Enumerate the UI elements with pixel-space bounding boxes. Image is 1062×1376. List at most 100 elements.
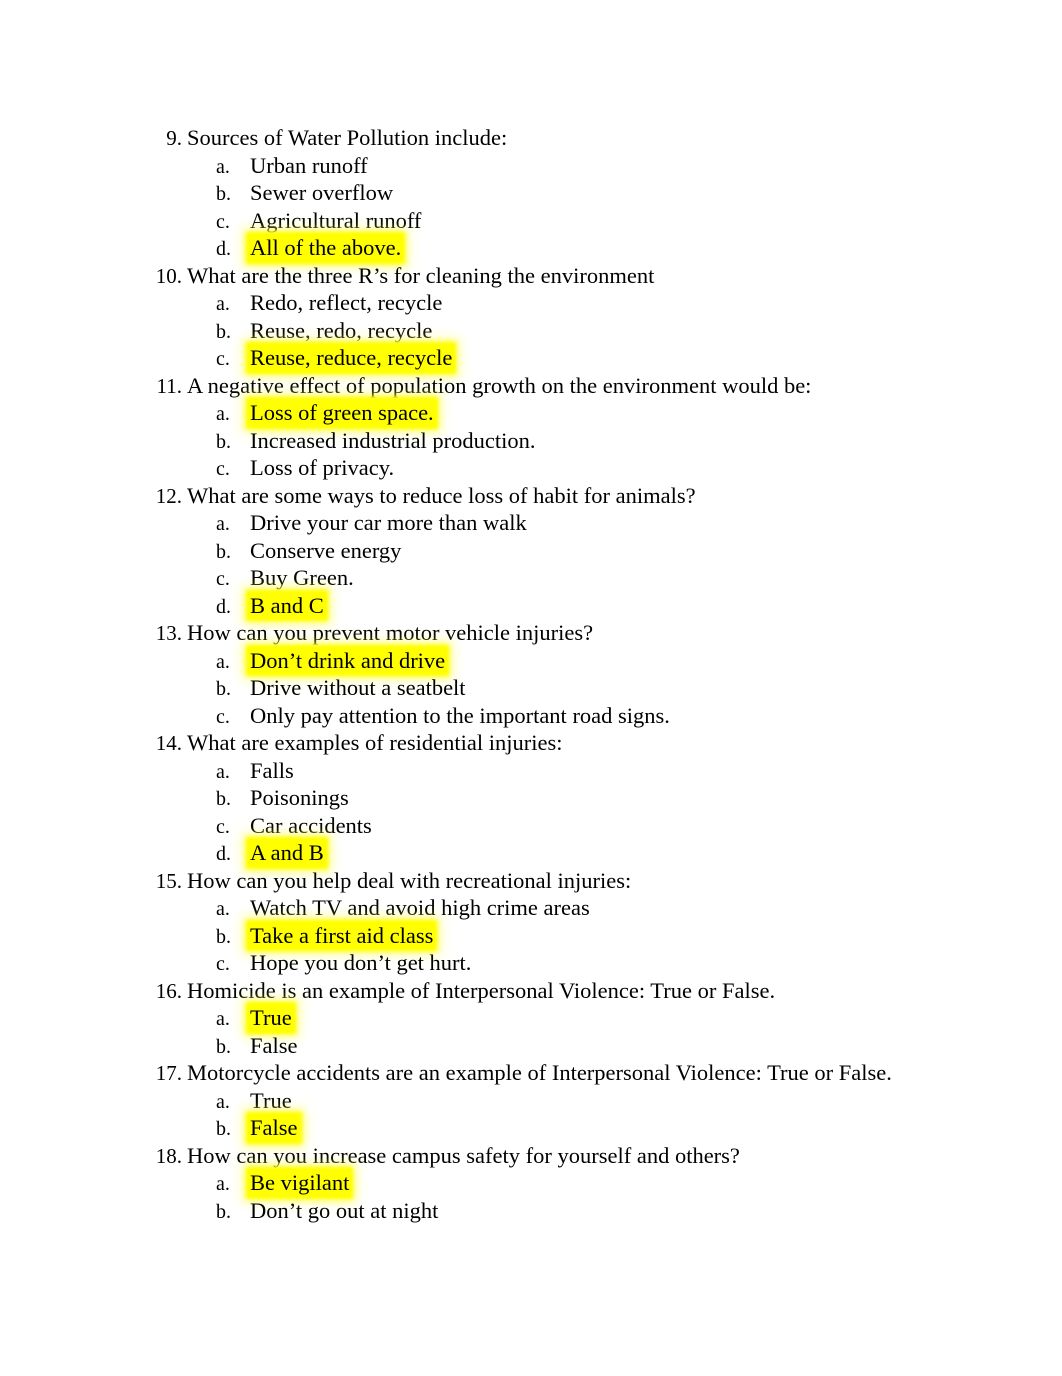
answer-letter: c. — [216, 210, 230, 233]
answer-letter: a. — [216, 403, 230, 425]
answer-option[interactable]: a. Falls — [0, 757, 1062, 785]
answer-text-highlighted: Take a first aid class — [248, 921, 436, 949]
answer-option[interactable]: a. Drive your car more than walk — [0, 509, 1062, 537]
answer-text: Don’t go out at night — [250, 1197, 439, 1223]
answer-text: Watch TV and avoid high crime areas — [250, 895, 590, 920]
answer-text-highlighted: Loss of green space. — [248, 399, 436, 427]
answer-text: Poisonings — [250, 785, 349, 810]
answer-option[interactable]: a. Watch TV and avoid high crime areas — [0, 894, 1062, 922]
quiz-question: 12. What are some ways to reduce loss of … — [0, 482, 1062, 619]
answer-option[interactable]: c. Car accidents — [0, 812, 1062, 840]
answer-text-highlighted: True — [248, 1004, 294, 1032]
answer-text: Drive your car more than walk — [250, 510, 527, 535]
answer-list: a. Redo, reflect, recycle b. Reuse, redo, r… — [0, 289, 1062, 372]
answer-list: a. True b. False — [0, 1087, 1062, 1142]
answer-option[interactable]: b. Poisonings — [0, 784, 1062, 812]
answer-list: a. Watch TV and avoid high crime areas b. T… — [0, 894, 1062, 977]
quiz-question: 11. A negative effect of population growt… — [0, 372, 1062, 482]
answer-option[interactable]: b. Reuse, redo, recycle — [0, 317, 1062, 345]
answer-option[interactable]: b. Don’t go out at night — [0, 1197, 1062, 1225]
answer-option[interactable]: b. Drive without a seatbelt — [0, 674, 1062, 702]
answer-option[interactable]: d. A and B — [0, 839, 1062, 867]
answer-letter: b. — [216, 788, 231, 810]
answer-option[interactable]: a. True — [0, 1004, 1062, 1032]
question-line: 18. How can you increase campus safety fo… — [0, 1142, 1062, 1170]
answer-text-highlighted: False — [248, 1114, 300, 1142]
quiz-question: 13. How can you prevent motor vehicle inj… — [0, 619, 1062, 729]
answer-letter: c. — [216, 953, 230, 975]
answer-letter: a. — [216, 513, 230, 535]
question-line: 11. A negative effect of population growt… — [0, 372, 1062, 400]
answer-option[interactable]: b. Sewer overflow — [0, 179, 1062, 207]
answer-list: a. Falls b. Poisonings c. Car accidents d. A an… — [0, 757, 1062, 867]
answer-text-highlighted: Don’t drink and drive — [248, 646, 448, 674]
answer-option[interactable]: c. Hope you don’t get hurt. — [0, 949, 1062, 977]
question-text: What are examples of residential injurie… — [187, 730, 563, 755]
answer-letter: b. — [216, 320, 231, 343]
question-number: 11. — [156, 373, 182, 398]
answer-option[interactable]: c. Agricultural runoff — [0, 207, 1062, 235]
answer-letter: a. — [216, 1008, 230, 1030]
quiz-question: 18. How can you increase campus safety fo… — [0, 1142, 1062, 1225]
question-line: 15. How can you help deal with recreation… — [0, 867, 1062, 895]
answer-option[interactable]: a. Loss of green space. — [0, 399, 1062, 427]
question-number: 10. — [155, 263, 182, 288]
answer-list: a. Drive your car more than walk b. Conserv… — [0, 509, 1062, 619]
answer-letter: d. — [216, 595, 231, 618]
quiz-question: 9. Sources of Water Pollution include: a. U… — [0, 124, 1062, 262]
answer-option[interactable]: b. Increased industrial production. — [0, 427, 1062, 455]
answer-list: a. True b. False — [0, 1004, 1062, 1059]
answer-letter: a. — [216, 155, 230, 178]
question-text: Homicide is an example of Interpersonal … — [187, 977, 776, 1003]
answer-option[interactable]: a. Redo, reflect, recycle — [0, 289, 1062, 317]
document-page: 9. Sources of Water Pollution include: a. U… — [0, 0, 1062, 1376]
answer-option[interactable]: b. Take a first aid class — [0, 921, 1062, 949]
question-line: 12. What are some ways to reduce loss of … — [0, 482, 1062, 510]
answer-letter: c. — [216, 458, 230, 480]
answer-option[interactable]: a. Don’t drink and drive — [0, 646, 1062, 674]
answer-option[interactable]: b. Conserve energy — [0, 537, 1062, 565]
answer-option[interactable]: b. False — [0, 1114, 1062, 1142]
answer-letter: b. — [216, 1200, 231, 1223]
answer-text-highlighted: Be vigilant — [248, 1169, 352, 1197]
question-line: 13. How can you prevent motor vehicle inj… — [0, 619, 1062, 647]
answer-option[interactable]: c. Loss of privacy. — [0, 454, 1062, 482]
question-line: 16. Homicide is an example of Interperson… — [0, 977, 1062, 1005]
answer-option[interactable]: d. All of the above. — [0, 234, 1062, 262]
answer-option[interactable]: a. True — [0, 1087, 1062, 1115]
answer-letter: a. — [216, 650, 230, 673]
quiz-question: 14. What are examples of residential inju… — [0, 729, 1062, 867]
quiz-question: 17. Motorcycle accidents are an example o… — [0, 1059, 1062, 1142]
answer-letter: b. — [216, 183, 231, 205]
answer-letter: a. — [216, 898, 230, 920]
answer-option[interactable]: c. Only pay attention to the important ro… — [0, 702, 1062, 730]
answer-text: Sewer overflow — [250, 180, 394, 205]
answer-text: True — [250, 1087, 292, 1113]
answer-option[interactable]: c. Reuse, reduce, recycle — [0, 344, 1062, 372]
answer-option[interactable]: a. Be vigilant — [0, 1169, 1062, 1197]
question-number: 17. — [155, 1061, 182, 1085]
answer-text: Agricultural runoff — [250, 207, 422, 233]
answer-text: Car accidents — [250, 812, 372, 838]
answer-letter: b. — [216, 540, 231, 563]
answer-letter: c. — [216, 705, 230, 728]
question-text: Sources of Water Pollution include: — [187, 125, 508, 150]
question-number: 9. — [166, 126, 182, 150]
answer-letter: d. — [216, 238, 231, 260]
answer-option[interactable]: b. False — [0, 1032, 1062, 1060]
quiz-question: 15. How can you help deal with recreation… — [0, 867, 1062, 977]
answer-text: Buy Green. — [250, 565, 354, 590]
answer-option[interactable]: a. Urban runoff — [0, 152, 1062, 180]
answer-text: Only pay attention to the important road… — [250, 702, 670, 728]
answer-option[interactable]: d. B and C — [0, 591, 1062, 619]
answer-letter: c. — [216, 348, 230, 370]
answer-text-highlighted: A and B — [248, 839, 326, 867]
quiz-question: 16. Homicide is an example of Interperson… — [0, 977, 1062, 1060]
answer-letter: c. — [216, 815, 230, 838]
answer-text-highlighted: All of the above. — [248, 234, 404, 262]
answer-text-highlighted: Reuse, reduce, recycle — [248, 344, 455, 372]
answer-letter: d. — [216, 843, 231, 865]
answer-letter: b. — [216, 678, 231, 700]
question-number: 18. — [155, 1143, 182, 1168]
answer-option[interactable]: c. Buy Green. — [0, 564, 1062, 592]
